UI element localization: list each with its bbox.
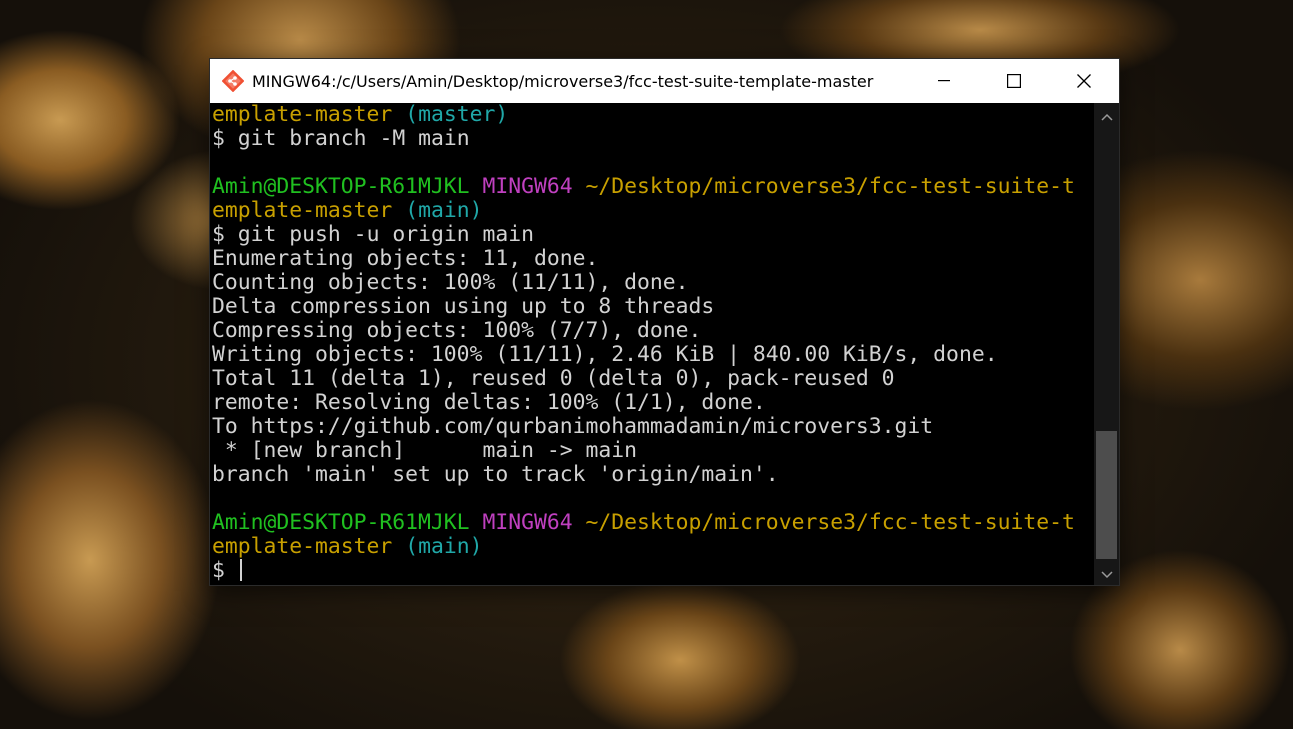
terminal-line: emplate-master (main) <box>210 199 1094 223</box>
user-host-text: Amin@DESKTOP-R61MJKL <box>212 174 470 199</box>
shell-name-text: MINGW64 <box>482 510 573 535</box>
terminal-line: emplate-master (main) <box>210 535 1094 559</box>
output-line: branch 'main' set up to track 'origin/ma… <box>212 462 779 487</box>
terminal-line: $ git branch -M main <box>210 127 1094 151</box>
scroll-up-button[interactable] <box>1094 103 1119 127</box>
path-text: emplate-master <box>212 198 393 223</box>
prompt-symbol: $ <box>212 126 225 151</box>
scroll-down-button[interactable] <box>1094 561 1119 585</box>
chevron-up-icon <box>1100 106 1113 125</box>
prompt-symbol: $ <box>212 558 225 583</box>
output-line: * [new branch] main -> main <box>212 438 637 463</box>
prompt-symbol: $ <box>212 222 225 247</box>
path-text: emplate-master <box>212 534 393 559</box>
terminal-output[interactable]: emplate-master (master) $ git branch -M … <box>210 103 1094 585</box>
minimize-button[interactable] <box>909 59 979 103</box>
minimize-icon <box>938 80 950 82</box>
terminal-input-line[interactable]: $ <box>210 559 1094 583</box>
output-line: Compressing objects: 100% (7/7), done. <box>212 318 702 343</box>
output-line: Total 11 (delta 1), reused 0 (delta 0), … <box>212 366 895 391</box>
maximize-button[interactable] <box>979 59 1049 103</box>
branch-text: (main) <box>405 534 483 559</box>
output-line: To https://github.com/qurbanimohammadami… <box>212 414 934 439</box>
output-line: Counting objects: 100% (11/11), done. <box>212 270 689 295</box>
terminal-window[interactable]: MINGW64:/c/Users/Amin/Desktop/microverse… <box>210 59 1119 585</box>
title-bar[interactable]: MINGW64:/c/Users/Amin/Desktop/microverse… <box>210 59 1119 103</box>
path-text: emplate-master <box>212 103 393 127</box>
user-host-text: Amin@DESKTOP-R61MJKL <box>212 510 470 535</box>
command-text: git push -u origin main <box>237 222 534 247</box>
window-title: MINGW64:/c/Users/Amin/Desktop/microverse… <box>252 71 874 91</box>
vertical-scrollbar[interactable] <box>1094 103 1119 585</box>
branch-text: (master) <box>405 103 509 127</box>
terminal-line: $ git push -u origin main <box>210 223 1094 247</box>
terminal-line: Amin@DESKTOP-R61MJKL MINGW64 ~/Desktop/m… <box>210 511 1094 535</box>
command-text: git branch -M main <box>237 126 470 151</box>
shell-name-text: MINGW64 <box>482 174 573 199</box>
output-line: Writing objects: 100% (11/11), 2.46 KiB … <box>212 342 998 367</box>
maximize-icon <box>1007 74 1021 88</box>
git-bash-icon <box>221 69 245 93</box>
scroll-thumb[interactable] <box>1096 431 1117 559</box>
chevron-down-icon <box>1100 564 1113 583</box>
path-text: ~/Desktop/microverse3/fcc-test-suite-t <box>585 510 1075 535</box>
close-button[interactable] <box>1049 59 1119 103</box>
output-line: Enumerating objects: 11, done. <box>212 246 599 271</box>
path-text: ~/Desktop/microverse3/fcc-test-suite-t <box>585 174 1075 199</box>
output-line: remote: Resolving deltas: 100% (1/1), do… <box>212 390 766 415</box>
text-cursor <box>239 559 242 581</box>
terminal-line: Amin@DESKTOP-R61MJKL MINGW64 ~/Desktop/m… <box>210 175 1094 199</box>
branch-text: (main) <box>405 198 483 223</box>
terminal-line: emplate-master (master) <box>210 103 1094 127</box>
close-icon <box>1077 74 1091 88</box>
output-line: Delta compression using up to 8 threads <box>212 294 715 319</box>
